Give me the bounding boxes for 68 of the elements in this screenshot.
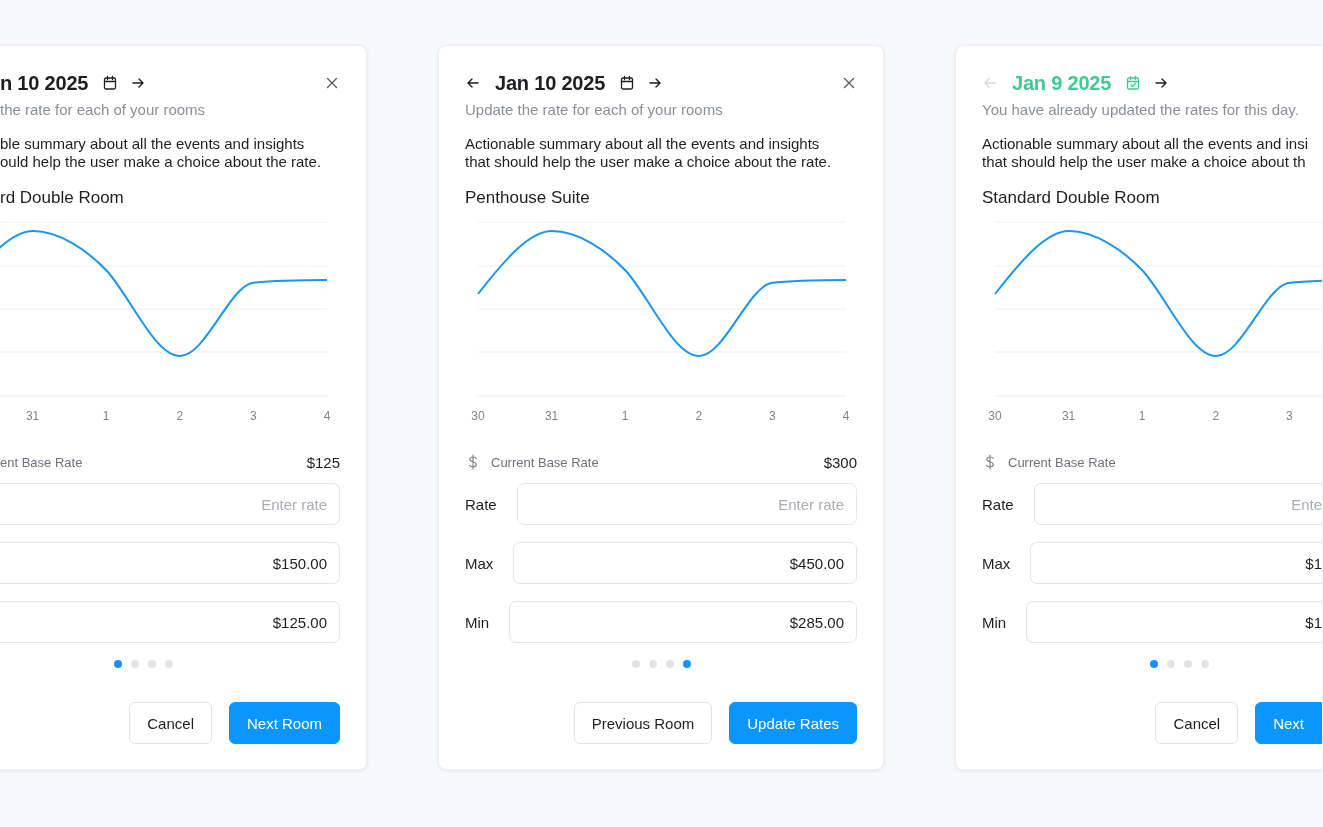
axis-label: 4: [323, 409, 331, 423]
axis-label: 1: [102, 409, 110, 423]
rate-input[interactable]: $1: [1026, 601, 1322, 643]
axis-label: 30: [988, 409, 1002, 423]
calendar-check-icon[interactable]: [1125, 75, 1142, 91]
room-name: Penthouse Suite: [465, 188, 591, 208]
field-label: Min: [982, 613, 1007, 631]
field-label: Min: [465, 613, 490, 631]
field-label: Rate: [465, 495, 497, 513]
axis-label: 31: [1061, 409, 1076, 423]
secondary-button[interactable]: Cancel: [1155, 702, 1239, 744]
summary-text: ble summary about all the events and insights ould help the user make a choice about the rate.: [0, 135, 323, 171]
summary-text: Actionable summary about all the events and insights that should help the user make a choice about the rate.: [465, 135, 833, 171]
calendar-icon[interactable]: [619, 75, 636, 91]
room-name: Standard Double Room: [982, 188, 1161, 208]
axis-label: 30: [471, 409, 485, 423]
axis-label: 31: [25, 409, 40, 423]
page-dot[interactable]: [648, 660, 657, 668]
axis-label: 1: [1138, 409, 1146, 423]
rate-input[interactable]: Enter rate: [0, 483, 340, 525]
axis-label: 2: [695, 409, 703, 423]
date-title: Jan 10 2025: [495, 71, 606, 95]
axis-label: 1: [621, 409, 629, 423]
date-title: Jan 9 2025: [1012, 71, 1112, 95]
axis-label: 31: [544, 409, 559, 423]
secondary-button[interactable]: Previous Room: [573, 702, 713, 744]
axis-label: 2: [176, 409, 184, 423]
base-rate-value: $300: [823, 453, 857, 471]
field-label: Max: [465, 554, 494, 572]
page-dot[interactable]: [131, 660, 139, 668]
rate-input[interactable]: $450.00: [513, 542, 857, 584]
subtitle: Update the rate for each of your rooms: [465, 101, 724, 118]
close-button[interactable]: [324, 75, 340, 91]
room-name: rd Double Room: [0, 188, 125, 208]
calendar-icon[interactable]: [102, 75, 119, 91]
summary-text: Actionable summary about all the events and insi that should help the user make a choice about th: [982, 135, 1309, 171]
rate-input[interactable]: $125.00: [0, 601, 340, 643]
close-button[interactable]: [841, 75, 857, 91]
page-dot[interactable]: [631, 660, 640, 668]
base-rate-label: ent Base Rate: [0, 454, 83, 470]
page-dot[interactable]: [682, 660, 691, 668]
rate-input[interactable]: Ente: [1033, 483, 1322, 525]
base-rate-label: Current Base Rate: [1008, 454, 1116, 470]
subtitle: You have already updated the rates for this day.: [982, 101, 1300, 118]
page-dot[interactable]: [1183, 660, 1192, 668]
axis-label: 3: [1286, 409, 1293, 423]
axis-label: 4: [842, 409, 850, 423]
page-dot[interactable]: [165, 660, 173, 668]
secondary-button[interactable]: Cancel: [129, 702, 212, 744]
axis-label: 3: [769, 409, 776, 423]
page-dot[interactable]: [1200, 660, 1209, 668]
rate-input[interactable]: $1: [1030, 542, 1322, 584]
field-label: Max: [982, 554, 1011, 572]
field-label: Rate: [982, 495, 1014, 513]
rate-input[interactable]: $150.00: [0, 542, 340, 584]
base-rate-label: Current Base Rate: [491, 454, 599, 470]
page-dot[interactable]: [148, 660, 156, 668]
rate-input[interactable]: Enter rate: [516, 483, 857, 525]
axis-label: 3: [250, 409, 257, 423]
subtitle: the rate for each of your rooms: [0, 101, 207, 118]
axis-label: 2: [1212, 409, 1220, 423]
page-dot[interactable]: [665, 660, 674, 668]
date-title: n 10 2025: [0, 71, 89, 95]
page-dot[interactable]: [1149, 660, 1158, 668]
rate-input[interactable]: $285.00: [509, 601, 857, 643]
base-rate-value: $125: [306, 453, 340, 471]
page-dot[interactable]: [1166, 660, 1175, 668]
page-dot[interactable]: [114, 660, 122, 668]
